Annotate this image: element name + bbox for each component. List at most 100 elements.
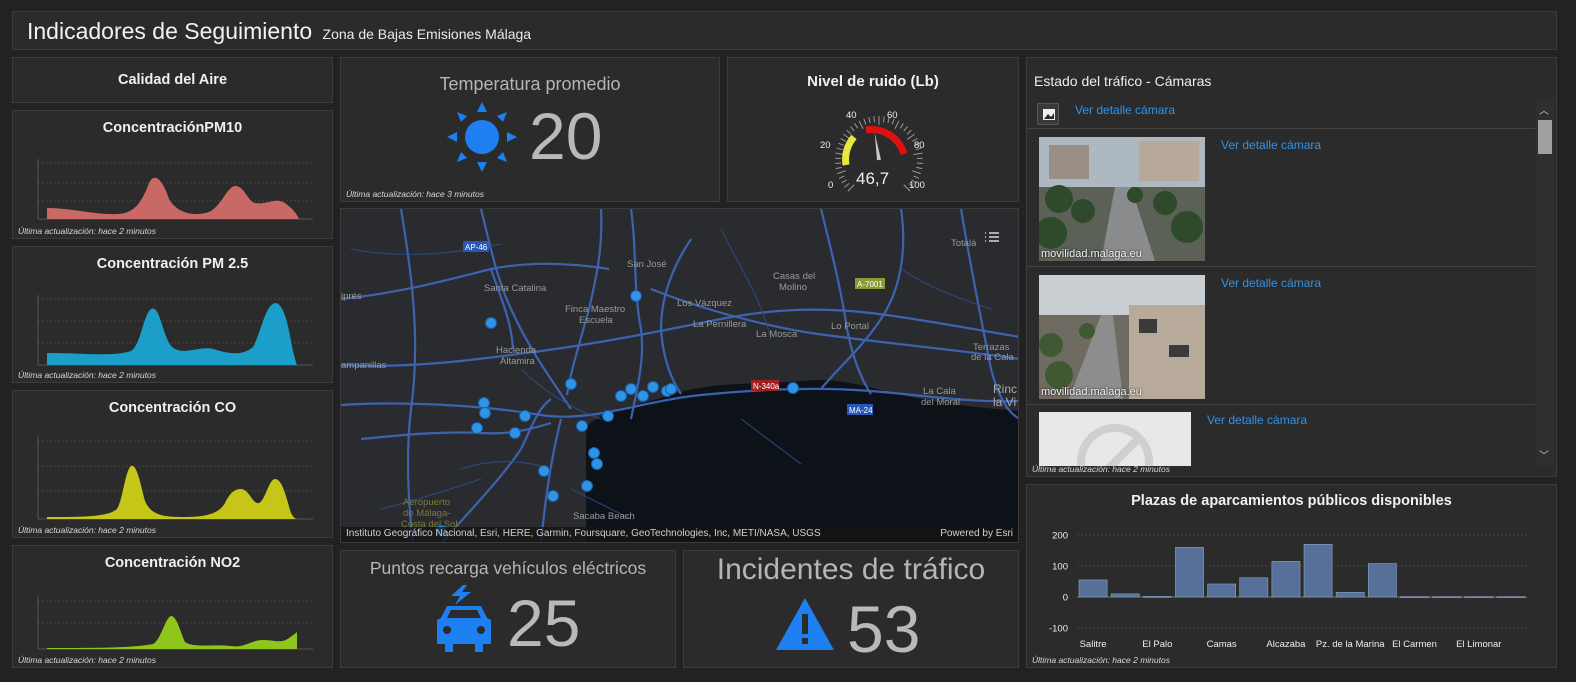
camera-thumbnail-icon[interactable] [1037,103,1059,125]
parking-xtick-label: Salitre [1080,639,1107,650]
camera-detail-link[interactable]: Ver detalle cámara [1075,103,1175,117]
scroll-down-icon[interactable]: ﹀ [1539,447,1549,462]
map-label-aeropuerto: Aeropuerto [403,497,450,508]
traffic-updated: Última actualización: hace 2 minutos [1032,464,1170,474]
gauge-tick [858,120,864,130]
charging-station-marker[interactable] [485,317,497,329]
map-label-demalaga: de Málaga- [403,508,451,519]
parking-bar[interactable] [1432,596,1462,598]
gauge-label-0: 0 [828,180,833,191]
parking-bar[interactable] [1239,577,1269,598]
parking-bar[interactable] [1335,592,1365,598]
map-label-rinc: Rinc [993,382,1017,396]
parking-bar[interactable] [1207,583,1237,598]
gauge-tick [850,126,855,132]
map-shield-ma24: MA-24 [849,406,873,415]
map-label-santacatalina: Santa Catalina [484,283,547,294]
temperature-updated: Última actualización: hace 3 minutos [346,189,484,199]
map-label-pernillera: La Pernillera [693,319,747,330]
camera-unavailable-image[interactable] [1039,412,1191,466]
map-label-lavi: la Vi [993,395,1016,409]
gauge-tick [863,118,867,125]
map-label-vazquez: Los Vázquez [677,298,732,309]
co-updated: Última actualización: hace 2 minutos [18,525,156,535]
air-quality-header: Calidad del Aire [12,57,333,103]
gauge-tick [840,138,847,142]
pm10-area [47,177,299,219]
camera-detail-link[interactable]: Ver detalle cámara [1221,276,1321,290]
charging-station-marker[interactable] [625,383,637,395]
pm25-chart [37,295,313,366]
parking-bar[interactable] [1496,596,1526,598]
map-label-escuela: Escuela [579,315,614,326]
parking-bar[interactable] [1367,563,1397,598]
map-label-finca: Finca Maestro [565,304,625,315]
charging-station-marker[interactable] [565,378,577,390]
charging-station-marker[interactable] [519,410,531,422]
camera-image[interactable]: movilidad.malaga.eu [1039,275,1205,399]
map-label-sacaba: Sacaba Beach [573,511,635,522]
dashboard-subtitle: Zona de Bajas Emisiones Málaga [322,26,532,42]
parking-bar[interactable] [1464,596,1494,598]
map-label-campanillas: ampanillas [341,360,387,371]
parking-bar[interactable] [1142,596,1172,598]
camera-image[interactable]: movilidad.malaga.eu [1039,137,1205,261]
gauge-tick [854,123,859,129]
charging-station-marker[interactable] [630,290,642,302]
map-label-cala: de la Cala [971,352,1014,363]
gauge-tick [847,184,855,192]
charging-station-marker[interactable] [509,427,521,439]
charging-station-marker[interactable] [547,490,559,502]
charging-panel: Puntos recarga vehículos eléctricos 25 [340,550,676,668]
parking-bar[interactable] [1400,596,1429,598]
parking-ytick-label: 100 [1052,562,1068,573]
camera-detail-link[interactable]: Ver detalle cámara [1221,138,1321,152]
charging-station-marker[interactable] [538,465,550,477]
parking-xtick-label: Camas [1207,639,1237,650]
map-panel[interactable]: San José Santa Catalina Casas del Molino… [340,208,1019,543]
charging-station-marker[interactable] [665,383,677,395]
charging-station-marker[interactable] [471,422,483,434]
parking-xtick-label: Pz. de la Marina [1316,639,1385,650]
map-powered-by[interactable]: Powered by Esri [940,528,1013,539]
gauge-label-80: 80 [914,140,925,151]
map-label-moral: del Moral [921,397,960,408]
map-label-total: Totalá [951,238,977,249]
camera-list-scrollbar[interactable]: ︿ ﹀ [1536,98,1554,466]
camera-caption: movilidad.malaga.eu [1041,386,1142,398]
charging-station-marker[interactable] [479,407,491,419]
charging-station-marker[interactable] [647,381,659,393]
co-area [47,465,297,519]
scroll-up-icon[interactable]: ︿ [1539,102,1549,117]
map-label-altamira: Altamira [500,356,536,367]
co-chart [37,436,313,520]
camera-detail-link[interactable]: Ver detalle cámara [1207,413,1307,427]
parking-bar[interactable] [1078,579,1108,598]
gauge-tick [846,129,852,135]
parking-bar[interactable] [1110,593,1140,598]
charging-station-marker[interactable] [581,480,593,492]
camera-item: movilidad.malaga.eu Ver detalle cámara [1027,268,1535,405]
parking-bar[interactable] [1175,547,1204,598]
parking-bar[interactable] [1271,561,1301,598]
scrollbar-thumb[interactable] [1538,120,1552,154]
gauge-label-60: 60 [887,110,898,121]
charging-station-marker[interactable] [615,390,627,402]
parking-ytick-label: 0 [1063,593,1068,604]
map-label-ipres: iprés [341,291,362,302]
charging-station-marker[interactable] [478,397,490,409]
charging-station-marker[interactable] [637,390,649,402]
parking-bar[interactable] [1303,543,1333,598]
charging-station-marker[interactable] [576,420,588,432]
charging-station-marker[interactable] [602,410,614,422]
map-label-caladel: La Cala [923,386,956,397]
parking-panel: Plazas de aparcamientos públicos disponi… [1026,484,1557,668]
map-shield-a7001: A-7001 [857,280,883,289]
charging-station-marker[interactable] [591,458,603,470]
map-canvas[interactable]: San José Santa Catalina Casas del Molino… [341,209,1019,543]
charging-station-marker[interactable] [588,447,600,459]
camera-caption: movilidad.malaga.eu [1041,248,1142,260]
pm25-panel: Concentración PM 2.5 Última actualizació… [12,246,333,383]
dashboard-title: Indicadores de Seguimiento [27,18,313,44]
charging-station-marker[interactable] [787,382,799,394]
